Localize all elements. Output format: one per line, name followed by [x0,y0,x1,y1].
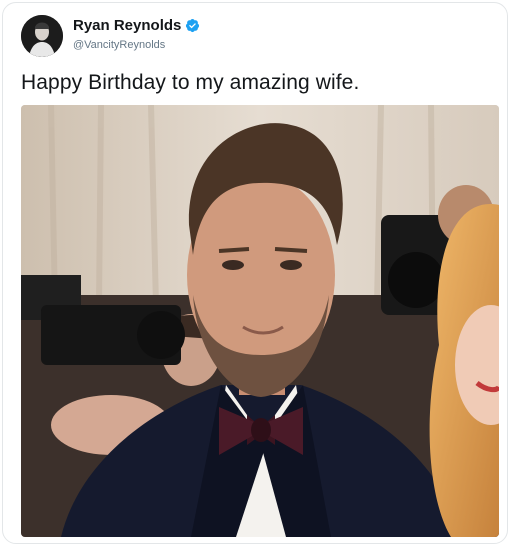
author-handle[interactable]: @VancityReynolds [73,39,165,51]
avatar[interactable] [21,15,63,57]
verified-badge-icon [186,18,200,33]
author-name[interactable]: Ryan Reynolds [73,17,181,34]
tweet-photo[interactable] [21,105,499,537]
photo-illustration [21,105,499,537]
tweet-card[interactable]: Ryan Reynolds @VancityReynolds Happy Bir… [2,2,508,544]
tweet-text: Happy Birthday to my amazing wife. [21,71,360,94]
